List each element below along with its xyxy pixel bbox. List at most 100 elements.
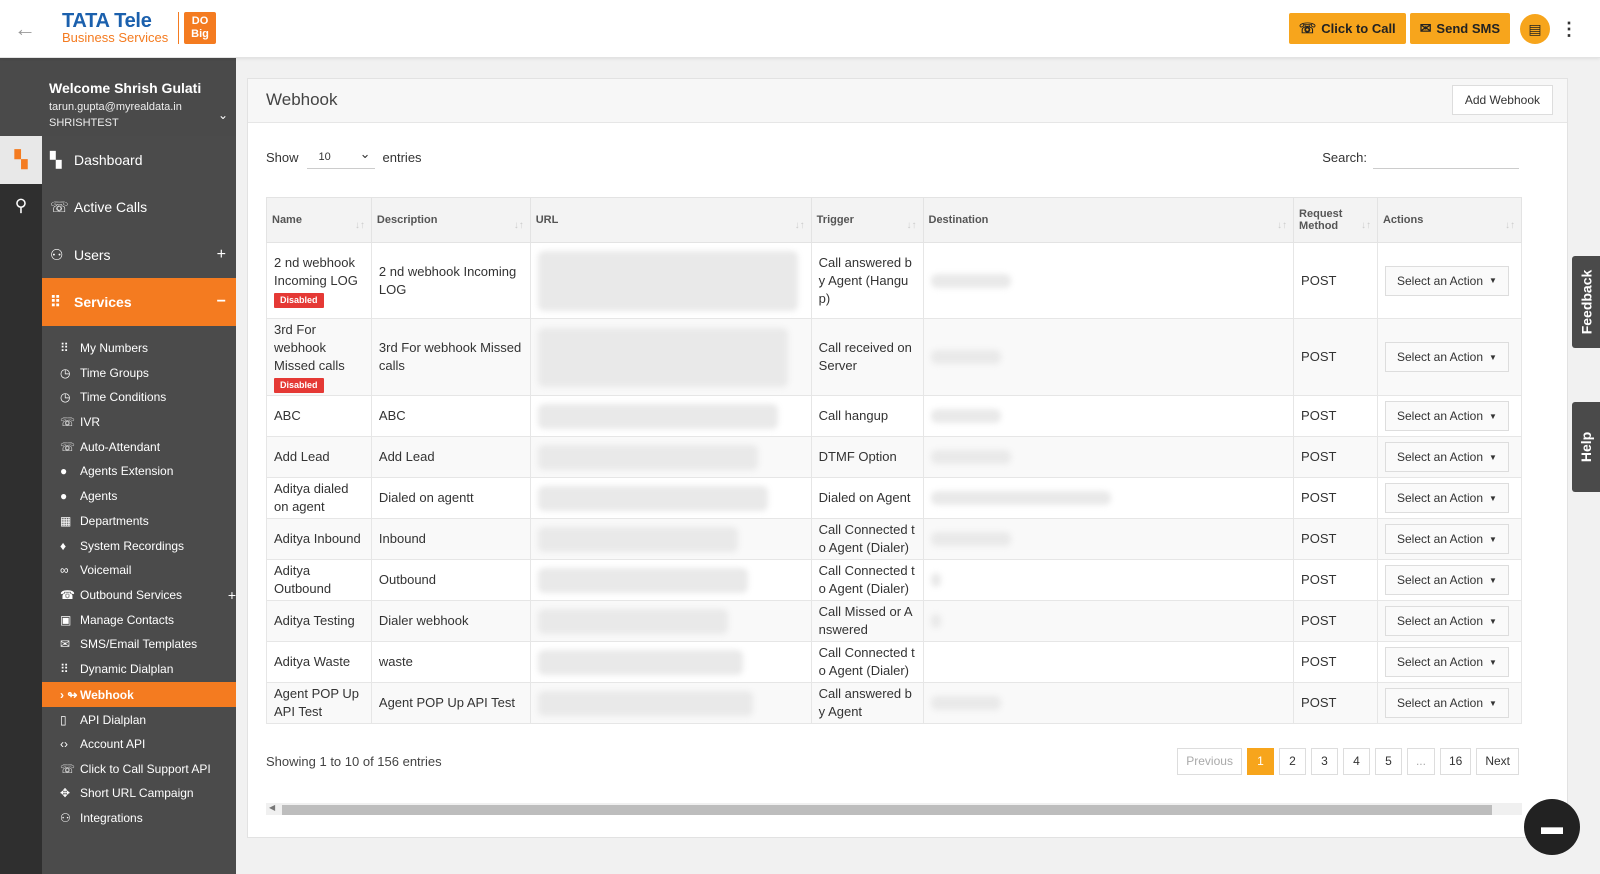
sidebar-item-api-dialplan[interactable]: ▯ API Dialplan: [42, 708, 236, 732]
page-button[interactable]: 2: [1278, 748, 1306, 775]
redacted-url: [537, 608, 728, 634]
select-action-button[interactable]: Select an Action ▼: [1384, 401, 1509, 431]
dashboard-rail-icon[interactable]: ▚: [0, 136, 42, 184]
cell-name: Aditya Testing: [266, 600, 372, 642]
page-button[interactable]: 1: [1246, 748, 1274, 775]
redacted-url: [537, 444, 758, 470]
search-input[interactable]: [1373, 145, 1519, 169]
sidebar-item-voicemail[interactable]: ∞ Voicemail: [42, 558, 236, 582]
sidebar-item-my-numbers[interactable]: ⠿ My Numbers: [42, 336, 236, 360]
click-to-call-button[interactable]: ☏ Click to Call: [1288, 13, 1406, 44]
select-action-button[interactable]: Select an Action ▼: [1384, 688, 1509, 718]
user-profile[interactable]: Welcome Shrish Gulati tarun.gupta@myreal…: [42, 58, 236, 136]
col-actions[interactable]: Actions ↓↑: [1376, 197, 1523, 243]
redacted-destination: [930, 409, 1001, 423]
sidebar-item-time-conditions[interactable]: ◷ Time Conditions: [42, 385, 236, 409]
chevron-down-icon[interactable]: ⌄: [218, 108, 228, 122]
nav-dashboard[interactable]: ▚ Dashboard: [42, 136, 236, 184]
cell-request-method: POST: [1293, 682, 1378, 724]
cell-actions: Select an Action ▼: [1376, 318, 1523, 396]
redacted-url: [537, 485, 768, 511]
select-action-label: Select an Action: [1396, 696, 1484, 710]
sort-asc-icon: ↓↑: [354, 220, 365, 231]
code-icon: ‹›: [60, 737, 68, 751]
sidebar-item-auto-attendant[interactable]: ☏ Auto-Attendant: [42, 435, 236, 459]
chat-icon[interactable]: ▬: [1524, 799, 1580, 855]
sidebar-item-sms-email-templates[interactable]: ✉ SMS/Email Templates: [42, 632, 236, 656]
horizontal-scrollbar[interactable]: ◀: [266, 803, 1522, 815]
cell-url: [529, 559, 812, 601]
page-button[interactable]: 5: [1374, 748, 1402, 775]
col-request-method[interactable]: Request Method ↓↑: [1293, 197, 1378, 243]
cell-trigger: Dialed on Agent: [810, 477, 924, 519]
search-icon[interactable]: ⚲: [0, 182, 42, 230]
help-tab[interactable]: Help: [1572, 402, 1600, 492]
clock-icon: ◷: [60, 390, 71, 404]
col-trigger[interactable]: Trigger ↓↑: [810, 197, 924, 243]
expand-plus-icon[interactable]: +: [217, 246, 226, 264]
select-action-label: Select an Action: [1396, 491, 1484, 505]
next-page-button[interactable]: Next: [1476, 748, 1519, 775]
person-icon: ●: [60, 464, 68, 478]
sidebar-item-ivr[interactable]: ☏ IVR: [42, 410, 236, 434]
select-action-button[interactable]: Select an Action ▼: [1384, 565, 1509, 595]
entries-label: entries: [382, 149, 422, 165]
page-button[interactable]: 16: [1439, 748, 1472, 775]
page-button[interactable]: ...: [1406, 748, 1435, 775]
sidebar-item-system-recordings[interactable]: ♦ System Recordings: [42, 534, 236, 558]
select-action-button[interactable]: Select an Action ▼: [1384, 442, 1509, 472]
sidebar-item-integrations[interactable]: ⚇ Integrations: [42, 806, 236, 830]
nav-services[interactable]: ⠿ Services −: [42, 278, 236, 326]
icon-rail: ▚ ⚲: [0, 58, 42, 874]
sidebar-item-manage-contacts[interactable]: ▣ Manage Contacts: [42, 608, 236, 632]
feedback-tab[interactable]: Feedback: [1572, 256, 1600, 348]
sidebar-item-departments[interactable]: ▦ Departments: [42, 509, 236, 533]
cell-description: 2 nd webhook Incoming LOG: [370, 242, 531, 319]
back-arrow-icon[interactable]: ←: [12, 16, 38, 42]
sidebar-item-short-url-campaign[interactable]: ✥ Short URL Campaign: [42, 781, 236, 805]
sidebar-item-agents[interactable]: ● Agents: [42, 484, 236, 508]
notes-icon[interactable]: ▤: [1520, 13, 1550, 44]
select-action-button[interactable]: Select an Action ▼: [1384, 524, 1509, 554]
expand-plus-icon[interactable]: +: [228, 587, 236, 603]
caret-down-icon: ▼: [1489, 493, 1497, 503]
sidebar-item-outbound-services[interactable]: ☎ Outbound Services +: [42, 583, 236, 607]
phone-icon: ☏: [50, 199, 69, 216]
select-action-button[interactable]: Select an Action ▼: [1384, 342, 1509, 372]
entries-select[interactable]: 10: [306, 142, 375, 169]
redacted-destination: [930, 273, 1011, 288]
col-url[interactable]: URL ↓↑: [529, 197, 812, 243]
sidebar-item-label: Voicemail: [80, 563, 132, 577]
nav-active-calls[interactable]: ☏ Active Calls: [42, 183, 236, 231]
page-button[interactable]: 4: [1342, 748, 1370, 775]
sidebar-item-click-to-call-support-api[interactable]: ☏ Click to Call Support API: [42, 757, 236, 781]
select-action-button[interactable]: Select an Action ▼: [1384, 606, 1509, 636]
select-action-button[interactable]: Select an Action ▼: [1384, 647, 1509, 677]
page-button[interactable]: 3: [1310, 748, 1338, 775]
previous-page-button[interactable]: Previous: [1177, 748, 1242, 775]
nav-users[interactable]: ⚇ Users +: [42, 231, 236, 279]
add-webhook-button[interactable]: Add Webhook: [1451, 85, 1553, 115]
col-name[interactable]: Name ↓↑: [266, 197, 372, 243]
sidebar-item-time-groups[interactable]: ◷ Time Groups: [42, 361, 236, 385]
sidebar-item-dynamic-dialplan[interactable]: ⠿ Dynamic Dialplan: [42, 657, 236, 681]
sidebar-item-webhook[interactable]: › ↬ Webhook: [42, 682, 236, 707]
sidebar-item-agents-extension[interactable]: ● Agents Extension: [42, 459, 236, 483]
select-action-button[interactable]: Select an Action ▼: [1384, 265, 1509, 296]
send-sms-button[interactable]: ✉ Send SMS: [1409, 13, 1510, 44]
scrollbar-thumb[interactable]: [282, 805, 1492, 815]
table-row: 2 nd webhook Incoming LOG Disabled 2 nd we…: [266, 242, 1523, 319]
col-destination[interactable]: Destination ↓↑: [922, 197, 1295, 243]
cell-description: Agent POP Up API Test: [370, 682, 531, 724]
select-action-button[interactable]: Select an Action ▼: [1384, 483, 1509, 513]
grid-icon: ⠿: [50, 294, 61, 311]
col-description[interactable]: Description ↓↑: [370, 197, 531, 243]
more-options-icon[interactable]: ⋮: [1560, 14, 1578, 44]
scroll-left-icon[interactable]: ◀: [269, 803, 275, 812]
table-row: Aditya Inbound Inbound Call Connected to A…: [266, 518, 1523, 560]
sidebar-item-account-api[interactable]: ‹› Account API: [42, 732, 236, 756]
cell-description: waste: [370, 641, 531, 683]
collapse-minus-icon[interactable]: −: [217, 293, 226, 311]
sidebar-item-label: Time Groups: [80, 366, 149, 380]
nav-active-calls-label: Active Calls: [74, 199, 148, 215]
